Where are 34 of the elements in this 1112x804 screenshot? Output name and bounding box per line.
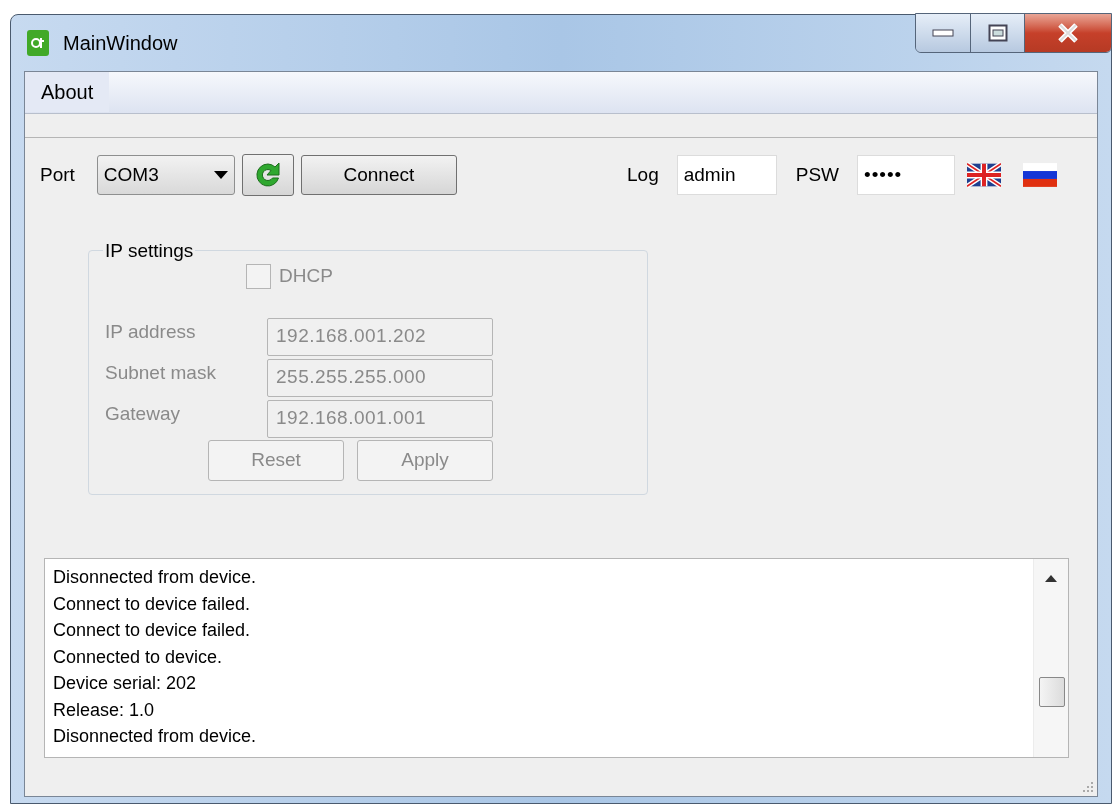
port-label: Port bbox=[40, 162, 75, 187]
dropdown-arrow-icon bbox=[213, 171, 228, 179]
field-label: Gateway bbox=[105, 401, 181, 426]
log-line: Connect to device failed. bbox=[53, 592, 252, 616]
russia-flag-icon[interactable] bbox=[1023, 163, 1057, 187]
qt-logo-icon bbox=[27, 30, 49, 56]
refresh-button[interactable] bbox=[241, 154, 294, 196]
maximize-button[interactable] bbox=[971, 14, 1025, 52]
field-label: IP address bbox=[105, 319, 197, 344]
scroll-up-icon[interactable] bbox=[1045, 575, 1057, 582]
field-label: Subnet mask bbox=[105, 360, 217, 385]
dhcp-label: DHCP bbox=[279, 264, 333, 288]
scrollbar[interactable] bbox=[1033, 559, 1068, 757]
menu-item[interactable]: About bbox=[25, 72, 110, 112]
scroll-thumb[interactable] bbox=[1039, 677, 1065, 707]
resize-grip-icon[interactable] bbox=[1082, 781, 1094, 793]
close-button[interactable] bbox=[1025, 14, 1111, 52]
password-label: PSW bbox=[795, 162, 839, 187]
close-icon bbox=[1057, 23, 1079, 43]
minimize-icon bbox=[932, 29, 954, 37]
uk-flag-icon[interactable] bbox=[967, 162, 1001, 188]
password-field[interactable]: ••••• bbox=[857, 155, 955, 195]
maximize-icon bbox=[987, 24, 1008, 42]
window-title: MainWindow bbox=[63, 31, 178, 56]
login-field[interactable]: admin bbox=[676, 155, 777, 195]
log-line: Disonnected from device. bbox=[53, 566, 258, 589]
log-line: Disonnected from device. bbox=[53, 725, 258, 748]
connect-button[interactable]: Connect bbox=[300, 155, 457, 195]
port-dropdown[interactable]: COM3 bbox=[96, 155, 235, 195]
log-line: Connected to device. bbox=[53, 645, 224, 669]
log-line: Device serial: 202 bbox=[53, 672, 198, 695]
log-line: Connect to device failed. bbox=[53, 619, 252, 642]
log-line: Release: 1.0 bbox=[53, 698, 156, 722]
login-label: Log bbox=[627, 162, 659, 187]
